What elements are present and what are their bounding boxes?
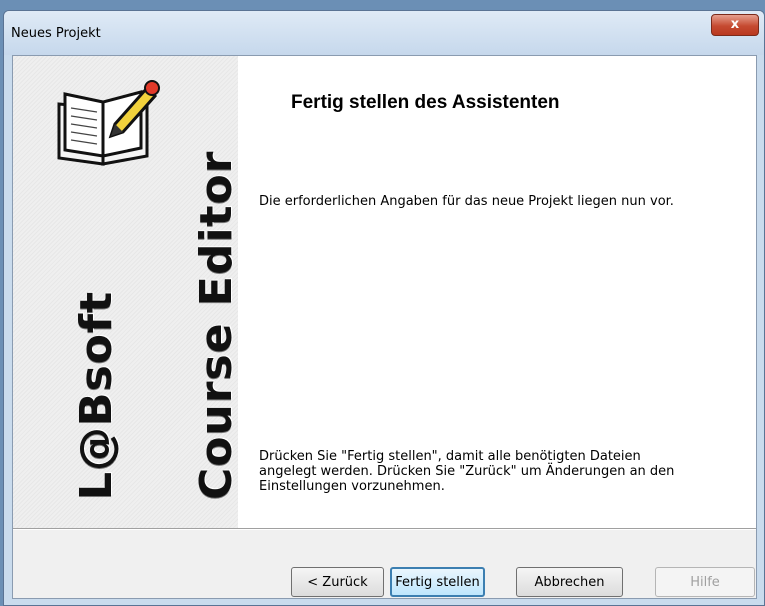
brand-vertical-text: L@Bsoft (71, 290, 122, 500)
title-bar[interactable]: Neues Projekt x (4, 11, 764, 55)
window-title: Neues Projekt (11, 26, 101, 41)
help-button[interactable]: Hilfe (655, 567, 755, 597)
wizard-window: Neues Projekt x L@Bsoft Course Editor Fe… (3, 10, 765, 606)
wizard-content: Fertig stellen des Assistenten Die erfor… (238, 56, 756, 528)
side-banner: L@Bsoft Course Editor (13, 56, 242, 528)
book-pencil-icon (57, 80, 160, 166)
close-icon: x (730, 17, 740, 32)
info-text: Die erforderlichen Angaben für das neue … (259, 194, 674, 209)
button-bar: < Zurück Fertig stellen Abbrechen Hilfe (13, 530, 756, 598)
product-vertical-text: Course Editor (191, 150, 242, 501)
page-heading: Fertig stellen des Assistenten (291, 92, 560, 113)
finish-button[interactable]: Fertig stellen (390, 567, 485, 597)
close-button[interactable]: x (711, 14, 759, 36)
back-button[interactable]: < Zurück (291, 567, 384, 597)
cancel-button[interactable]: Abbrechen (516, 567, 623, 597)
instruction-text: Drücken Sie "Fertig stellen", damit alle… (259, 449, 675, 494)
wizard-client-area: L@Bsoft Course Editor Fertig stellen des… (12, 55, 757, 599)
